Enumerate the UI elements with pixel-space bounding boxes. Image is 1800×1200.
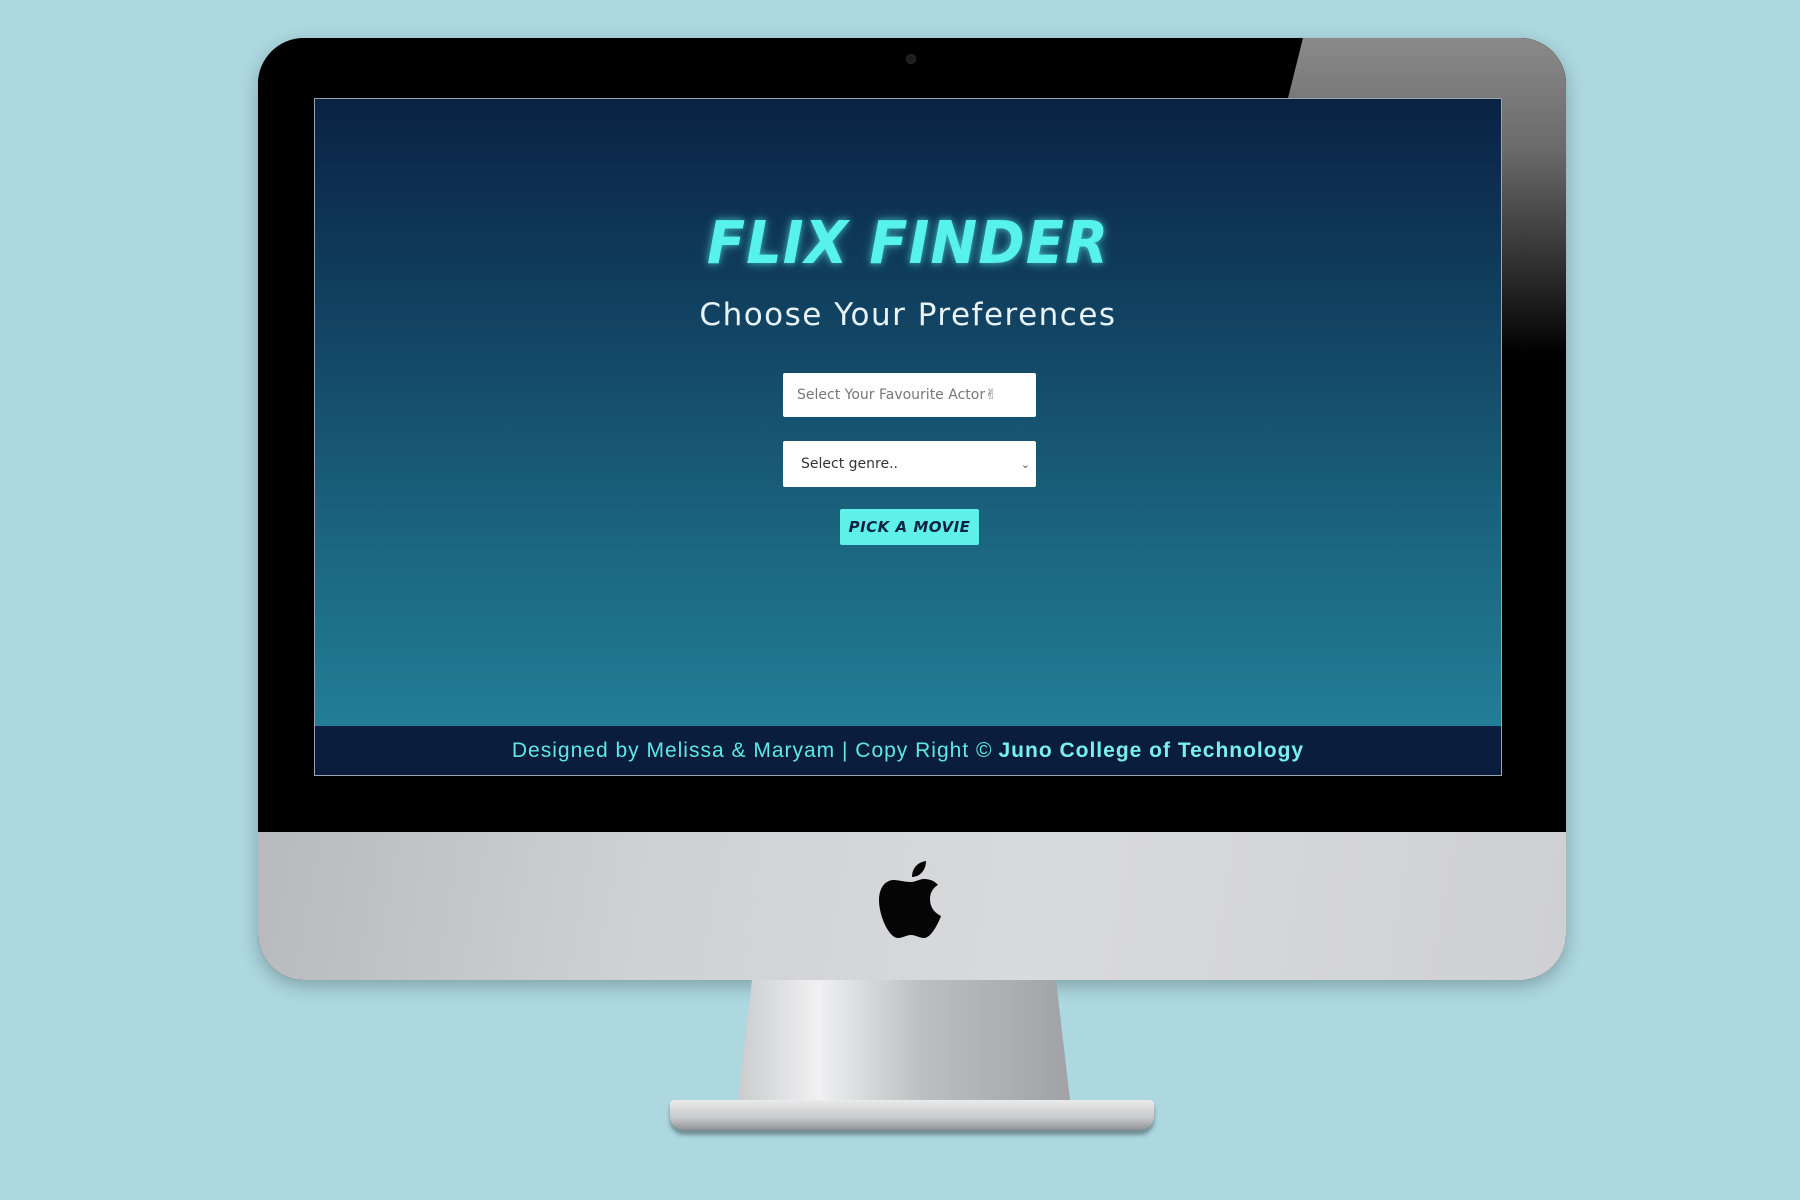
monitor-stand (738, 980, 1070, 1100)
actor-input[interactable] (783, 373, 1036, 417)
chevron-down-icon: ⌄ (1020, 457, 1030, 471)
webcam-icon (906, 54, 916, 64)
pick-movie-button[interactable]: PICK A MOVIE (840, 509, 979, 545)
page-footer: Designed by Melissa & Maryam | Copy Righ… (315, 726, 1501, 775)
monitor-chin (258, 832, 1566, 980)
browser-screen: FLIX FINDER Choose Your Preferences Sele… (314, 98, 1502, 776)
monitor-stand-base (670, 1100, 1154, 1130)
page-title: FLIX FINDER (706, 209, 1110, 278)
footer-credits: Designed by Melissa & Maryam | Copy Righ… (511, 738, 993, 762)
genre-select-value: Select genre.. (801, 456, 898, 472)
page-subtitle: Choose Your Preferences (699, 297, 1117, 333)
apple-logo-icon (879, 861, 941, 938)
genre-select[interactable]: Select genre.. ⌄ (783, 441, 1036, 487)
imac-monitor: FLIX FINDER Choose Your Preferences Sele… (258, 38, 1566, 980)
footer-link-juno[interactable]: Juno College of Technology (998, 739, 1304, 763)
